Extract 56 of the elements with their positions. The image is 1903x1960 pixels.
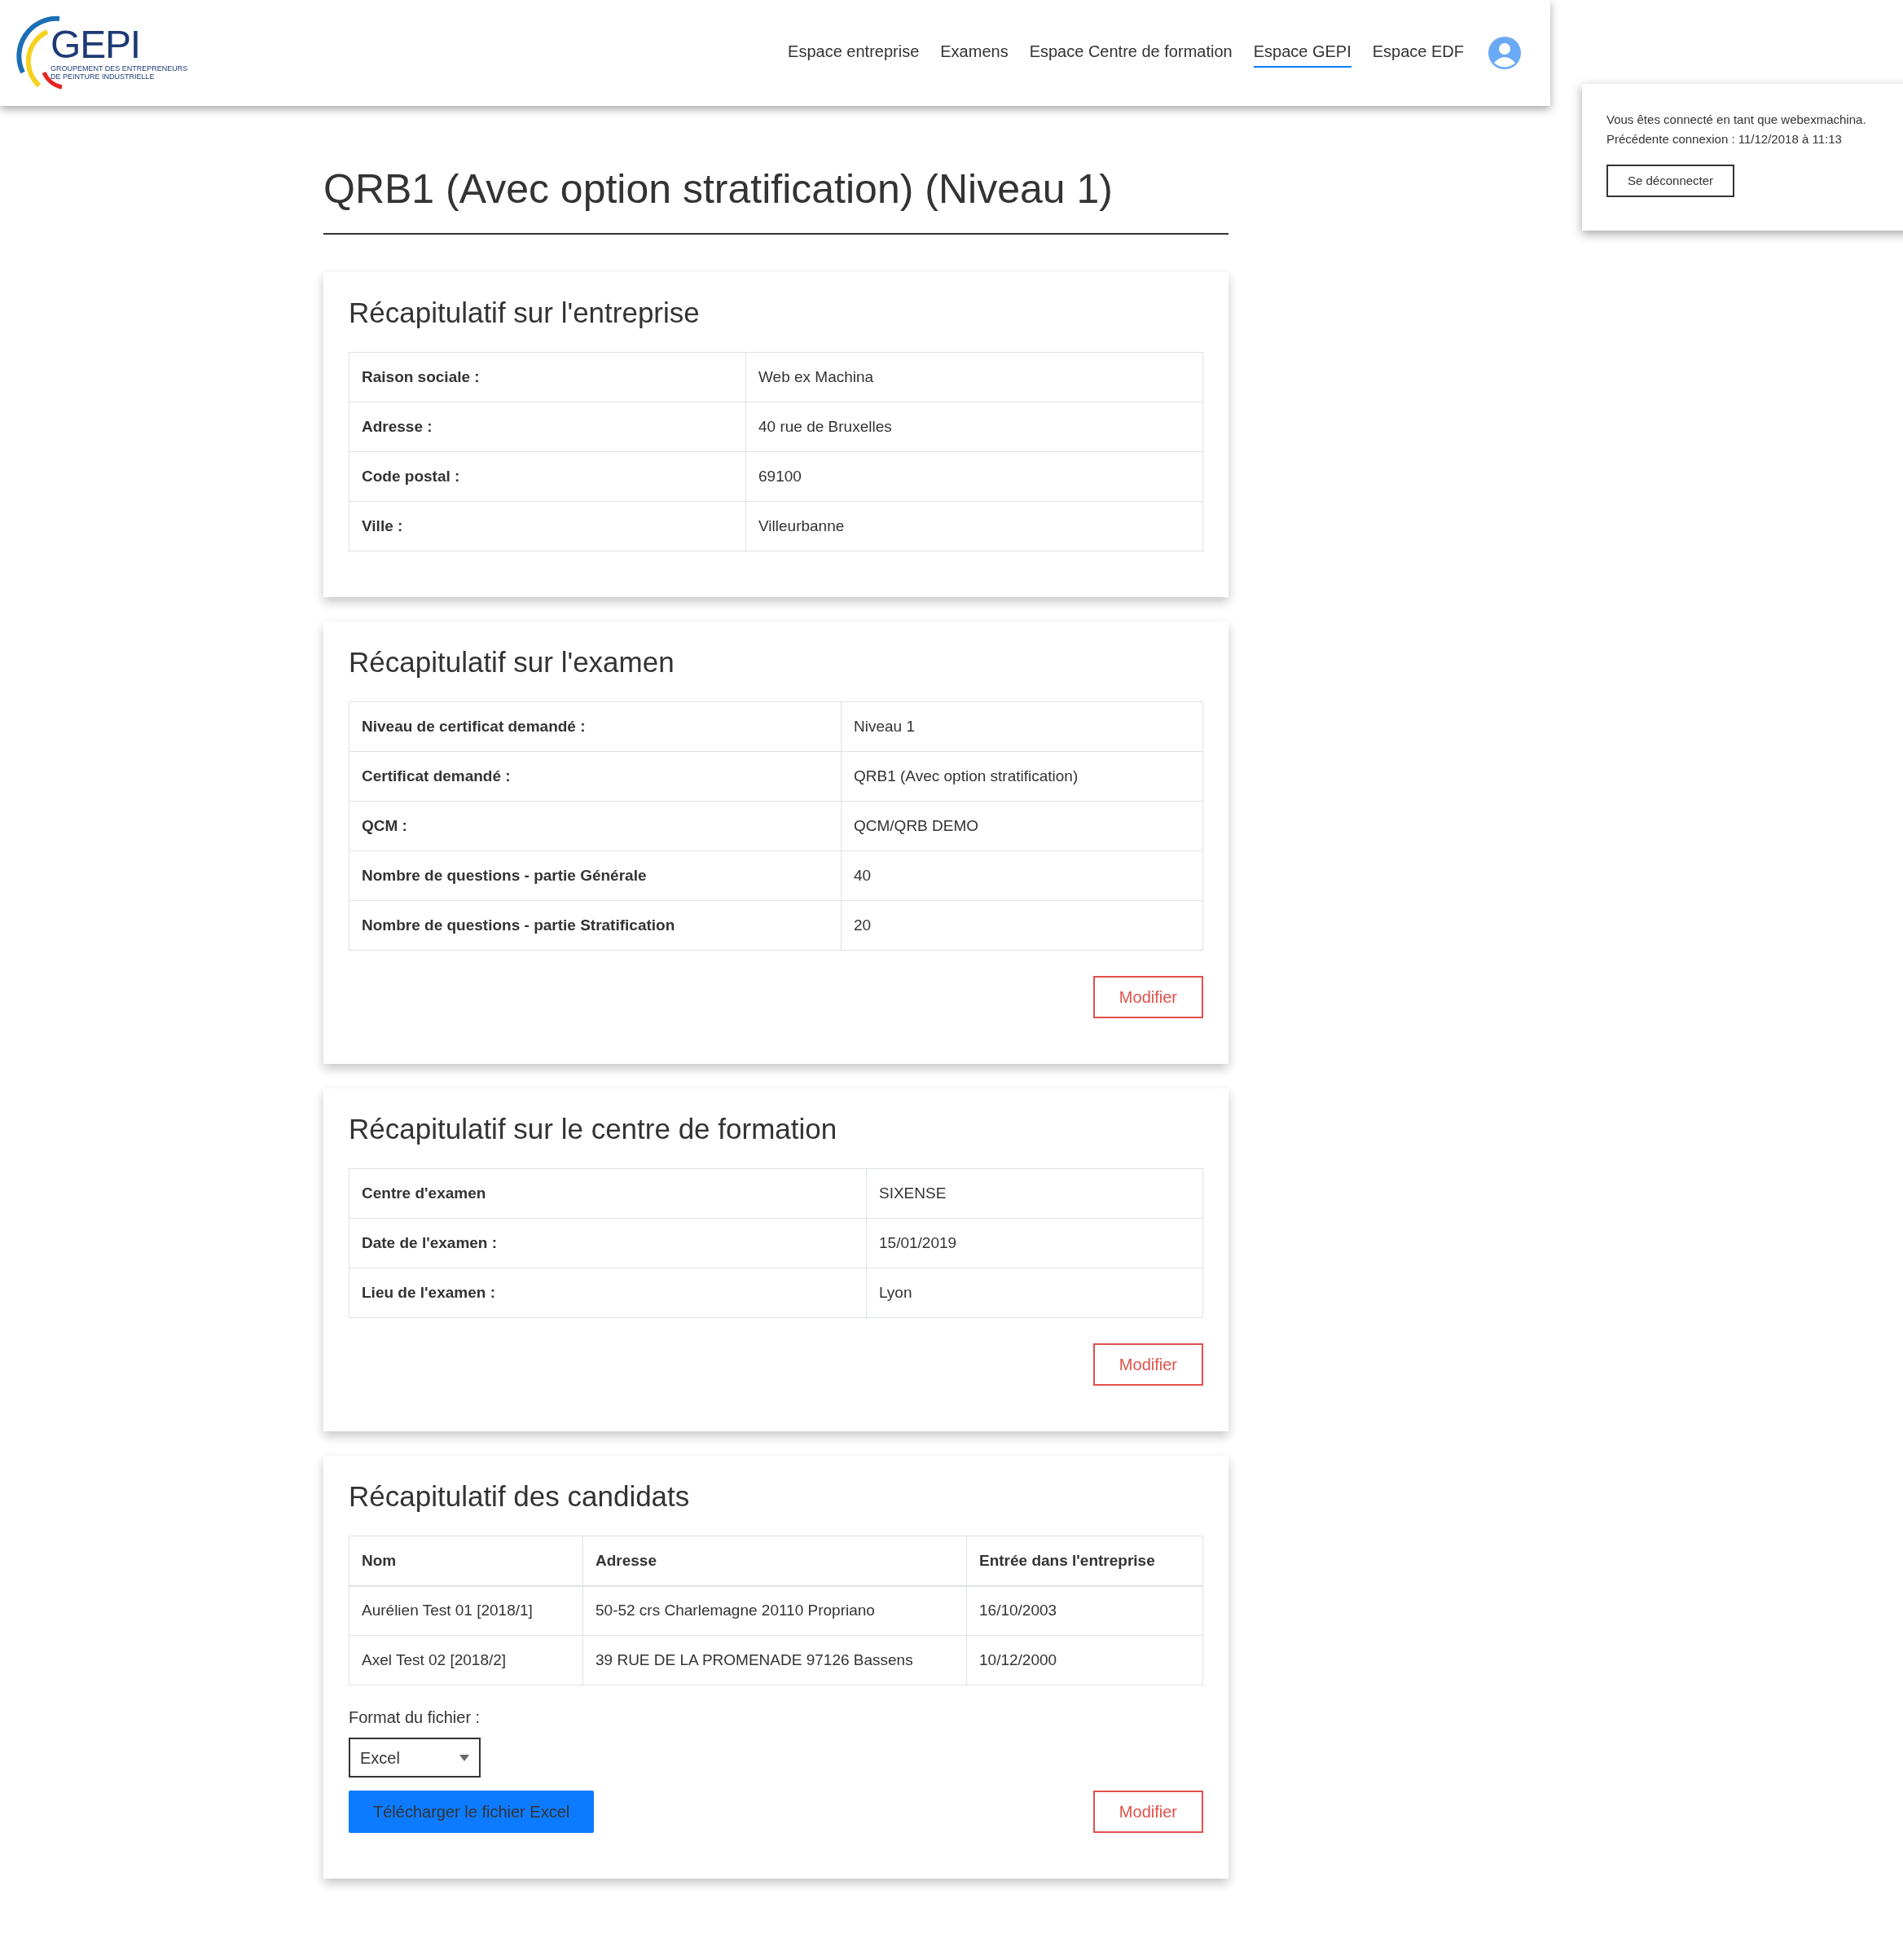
logo-tagline: DE PEINTURE INDUSTRIELLE xyxy=(51,73,156,81)
field-label: Niveau de certificat demandé : xyxy=(349,701,842,752)
card-heading: Récapitulatif sur l'entreprise xyxy=(349,296,701,330)
field-value: SIXENSE xyxy=(866,1168,1203,1219)
nav-link[interactable]: Espace Centre de formation xyxy=(1029,38,1233,68)
field-value: Lyon xyxy=(866,1268,1203,1318)
field-label: Lieu de l'examen : xyxy=(349,1268,867,1318)
field-value: Villeurbanne xyxy=(745,501,1203,552)
card-heading: Récapitulatif des candidats xyxy=(349,1479,691,1514)
session-info-text: Vous êtes connecté en tant que webexmachina. xyxy=(1606,112,1867,128)
field-label: Date de l'examen : xyxy=(349,1218,867,1268)
field-value: 40 xyxy=(841,850,1203,901)
table-cell: 10/12/2000 xyxy=(966,1635,1203,1685)
field-label: Centre d'examen xyxy=(349,1168,867,1219)
field-label: Nombre de questions - partie Stratification xyxy=(349,900,842,951)
field-value: 20 xyxy=(841,900,1203,951)
field-label: Adresse : xyxy=(349,402,746,452)
field-label: Certificat demandé : xyxy=(349,751,842,802)
session-info-text: Précédente connexion : 11/12/2018 à 11:13 xyxy=(1606,131,1843,147)
table-cell: Aurélien Test 01 [2018/1] xyxy=(349,1585,583,1636)
nav-link[interactable]: Espace EDF xyxy=(1372,38,1464,68)
card-heading: Récapitulatif sur le centre de formation xyxy=(349,1112,838,1146)
field-label: Raison sociale : xyxy=(349,352,746,402)
field-label: Nombre de questions - partie Générale xyxy=(349,850,842,901)
modify-button[interactable]: Modifier xyxy=(1092,976,1203,1018)
field-value: 15/01/2019 xyxy=(866,1218,1203,1268)
logo-wordmark: GEPI xyxy=(51,25,141,64)
field-value: Web ex Machina xyxy=(745,352,1203,402)
logout-button[interactable]: Se déconnecter xyxy=(1606,165,1735,197)
table-cell: 39 RUE DE LA PROMENADE 97126 Bassens xyxy=(582,1635,967,1685)
modify-button[interactable]: Modifier xyxy=(1092,1343,1203,1386)
field-value: QRB1 (Avec option stratification) xyxy=(841,751,1203,802)
card-heading: Récapitulatif sur l'examen xyxy=(349,645,675,679)
nav-link[interactable]: Espace GEPI xyxy=(1253,38,1351,68)
field-label: Code postal : xyxy=(349,451,746,502)
field-label: Ville : xyxy=(349,501,746,552)
field-value: Niveau 1 xyxy=(841,701,1203,752)
format-label: Format du fichier : xyxy=(349,1707,481,1728)
table-cell: Axel Test 02 [2018/2] xyxy=(349,1635,583,1685)
page-title: QRB1 (Avec option stratification) (Niveau 1) xyxy=(323,165,1228,235)
field-value: 69100 xyxy=(745,451,1203,502)
column-header: Nom xyxy=(349,1536,583,1586)
table-cell: 50-52 crs Charlemagne 20110 Propriano xyxy=(582,1585,967,1636)
field-label: QCM : xyxy=(349,801,842,851)
logo-tagline: GROUPEMENT DES ENTREPRENEURS xyxy=(51,64,188,73)
caret-icon xyxy=(459,1754,469,1761)
modify-button[interactable]: Modifier xyxy=(1092,1791,1203,1833)
column-header: Adresse xyxy=(582,1536,967,1586)
field-value: 40 rue de Bruxelles xyxy=(745,402,1203,452)
nav-link[interactable]: Espace entreprise xyxy=(788,38,920,68)
field-value: QCM/QRB DEMO xyxy=(841,801,1203,851)
column-header: Entrée dans l'entreprise xyxy=(966,1536,1203,1586)
format-select[interactable]: Excel xyxy=(349,1738,481,1778)
nav-link[interactable]: Examens xyxy=(940,38,1009,68)
table-cell: 16/10/2003 xyxy=(966,1585,1203,1636)
user-avatar-icon[interactable] xyxy=(1488,37,1521,69)
